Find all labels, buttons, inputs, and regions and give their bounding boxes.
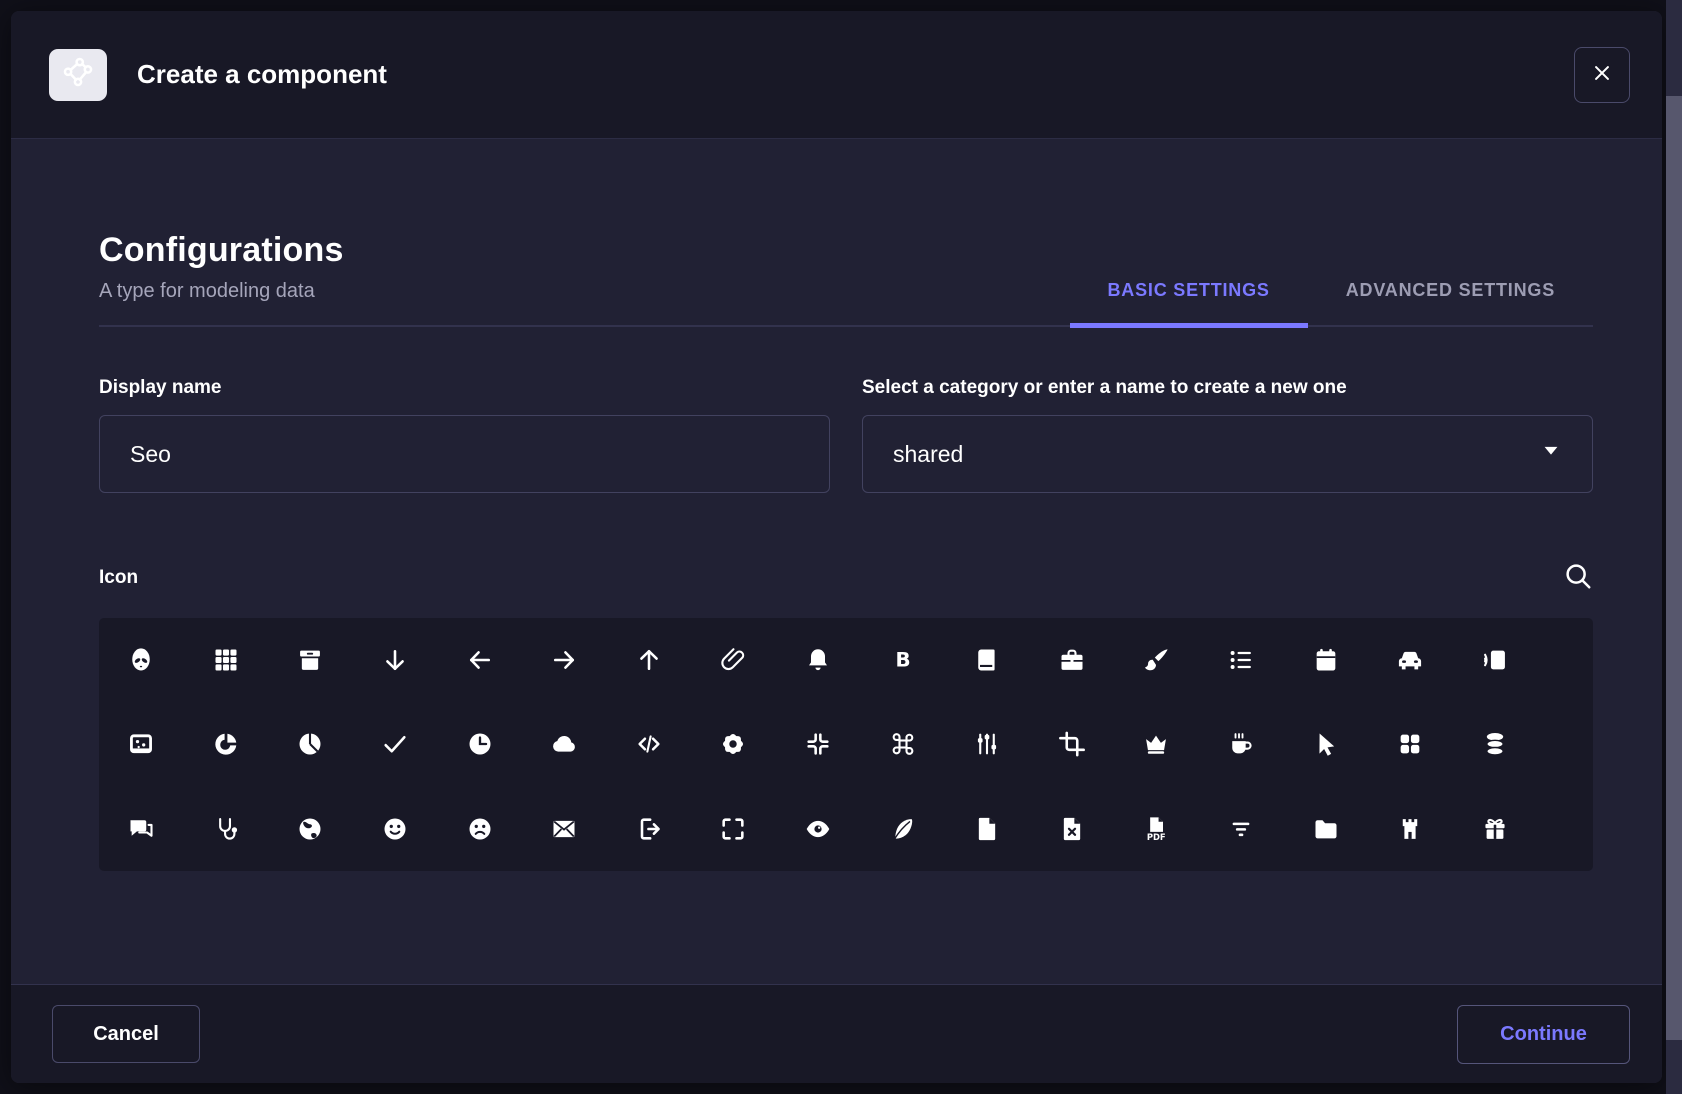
calendar-icon[interactable]: [1283, 618, 1368, 702]
arrow-right-icon[interactable]: [522, 618, 607, 702]
command-icon[interactable]: [860, 702, 945, 786]
chevron-down-icon: [1540, 440, 1562, 468]
code-icon[interactable]: [607, 702, 692, 786]
expand-icon[interactable]: [691, 787, 776, 871]
modal-header: Create a component: [11, 11, 1662, 139]
connector-icon[interactable]: [945, 702, 1030, 786]
form-row: Display name Seo Select a category or en…: [99, 377, 1593, 493]
heading-row: Configurations A type for modeling data …: [99, 139, 1593, 327]
icon-search-button[interactable]: [1563, 561, 1593, 594]
folder-icon[interactable]: [1283, 787, 1368, 871]
crop-icon[interactable]: [1030, 702, 1115, 786]
emotion-unhappy-icon[interactable]: [437, 787, 522, 871]
filter-icon[interactable]: [1199, 787, 1284, 871]
file-error-icon[interactable]: [1030, 787, 1115, 871]
envelop-icon[interactable]: [522, 787, 607, 871]
category-label: Select a category or enter a name to cre…: [862, 377, 1593, 399]
display-name-label: Display name: [99, 377, 830, 399]
attachment-icon[interactable]: [691, 618, 776, 702]
cast-icon[interactable]: [1453, 618, 1538, 702]
page-subtitle: A type for modeling data: [99, 280, 344, 303]
icon-section-label: Icon: [99, 567, 138, 589]
category-field: Select a category or enter a name to cre…: [862, 377, 1593, 493]
chart-bubble-icon[interactable]: [99, 702, 184, 786]
modal-title: Create a component: [137, 59, 387, 90]
database-icon[interactable]: [1453, 702, 1538, 786]
modal-body: Configurations A type for modeling data …: [11, 139, 1662, 871]
arrow-down-icon[interactable]: [353, 618, 438, 702]
page-title: Configurations: [99, 231, 344, 270]
dashboard-icon[interactable]: [1368, 702, 1453, 786]
file-icon[interactable]: [945, 787, 1030, 871]
bold-icon[interactable]: B: [860, 618, 945, 702]
bell-icon[interactable]: [776, 618, 861, 702]
icon-grid: B PDF: [99, 618, 1593, 871]
component-icon: [49, 49, 107, 101]
category-value: shared: [893, 441, 963, 468]
cloud-icon[interactable]: [522, 702, 607, 786]
discuss-icon[interactable]: [99, 787, 184, 871]
svg-text:PDF: PDF: [1147, 832, 1166, 842]
display-name-field: Display name Seo: [99, 377, 830, 493]
cancel-button[interactable]: Cancel: [52, 1005, 200, 1063]
heading-block: Configurations A type for modeling data: [99, 231, 344, 325]
settings-tabs: BASIC SETTINGSADVANCED SETTINGS: [1070, 280, 1594, 325]
close-button[interactable]: [1574, 47, 1630, 103]
cup-icon[interactable]: [1199, 702, 1284, 786]
check-icon[interactable]: [353, 702, 438, 786]
bullet-list-icon[interactable]: [1199, 618, 1284, 702]
modal-footer: Cancel Continue: [11, 984, 1662, 1083]
car-icon[interactable]: [1368, 618, 1453, 702]
arrow-up-icon[interactable]: [607, 618, 692, 702]
close-icon: [1591, 62, 1613, 87]
chart-pie-icon[interactable]: [268, 702, 353, 786]
chart-circle-icon[interactable]: [184, 702, 269, 786]
tab-advanced-settings[interactable]: ADVANCED SETTINGS: [1308, 280, 1593, 325]
feather-icon[interactable]: [860, 787, 945, 871]
continue-button[interactable]: Continue: [1457, 1005, 1630, 1064]
display-name-value: Seo: [130, 441, 171, 468]
exit-icon[interactable]: [607, 787, 692, 871]
gate-icon[interactable]: [1368, 787, 1453, 871]
collapse-icon[interactable]: [776, 702, 861, 786]
tab-basic-settings[interactable]: BASIC SETTINGS: [1070, 280, 1308, 328]
icon-section-header: Icon: [99, 561, 1593, 594]
book-icon[interactable]: [945, 618, 1030, 702]
doctor-icon[interactable]: [184, 787, 269, 871]
briefcase-icon[interactable]: [1030, 618, 1115, 702]
earth-icon[interactable]: [268, 787, 353, 871]
eye-icon[interactable]: [776, 787, 861, 871]
arrow-left-icon[interactable]: [437, 618, 522, 702]
page-scrollbar[interactable]: [1666, 0, 1682, 1094]
search-icon: [1563, 561, 1593, 594]
cog-icon[interactable]: [691, 702, 776, 786]
create-component-modal: Create a component Configurations A type…: [11, 11, 1662, 1083]
alien-icon[interactable]: [99, 618, 184, 702]
file-pdf-icon[interactable]: PDF: [1114, 787, 1199, 871]
category-select[interactable]: shared: [862, 415, 1593, 493]
crown-icon[interactable]: [1114, 702, 1199, 786]
svg-text:B: B: [895, 649, 910, 672]
gift-icon[interactable]: [1453, 787, 1538, 871]
brush-icon[interactable]: [1114, 618, 1199, 702]
archive-icon[interactable]: [268, 618, 353, 702]
display-name-input[interactable]: Seo: [99, 415, 830, 493]
apps-icon[interactable]: [184, 618, 269, 702]
cursor-icon[interactable]: [1283, 702, 1368, 786]
scrollbar-thumb[interactable]: [1666, 96, 1682, 1040]
emotion-happy-icon[interactable]: [353, 787, 438, 871]
clock-icon[interactable]: [437, 702, 522, 786]
